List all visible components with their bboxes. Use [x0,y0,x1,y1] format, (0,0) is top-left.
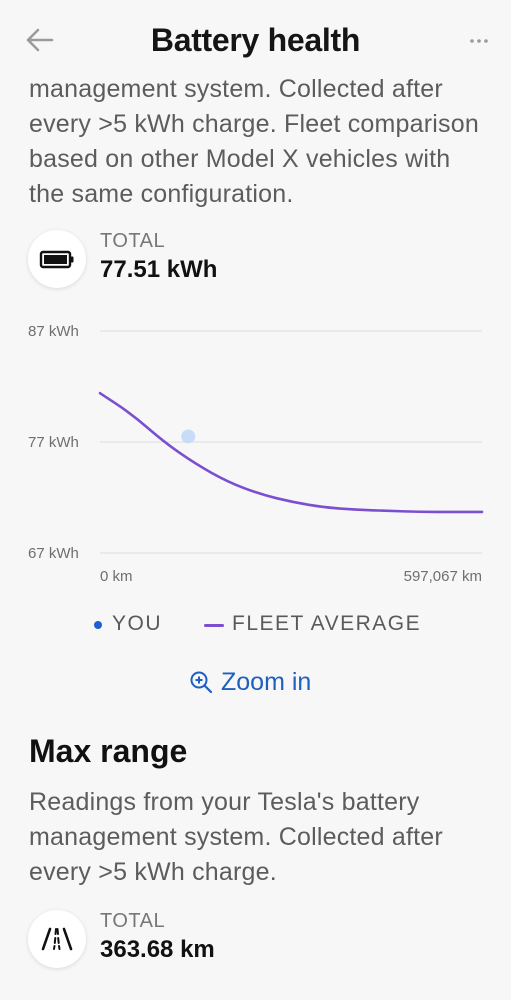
you-data-point [181,429,196,444]
y-tick-label: 77 kWh [28,434,79,451]
battery-chart-svg: 87 kWh 77 kWh 67 kWh 0 km 597,067 km [28,323,484,585]
battery-chart: 87 kWh 77 kWh 67 kWh 0 km 597,067 km [0,310,511,600]
battery-icon-badge [28,230,86,288]
range-total-stat: TOTAL 363.68 km [28,910,488,970]
more-horizontal-icon [470,39,488,43]
page-title: Battery health [150,22,361,58]
fleet-average-line [98,391,484,514]
more-options-button[interactable] [467,28,491,52]
range-total-label: TOTAL [100,910,166,932]
x-tick-label: 597,067 km [404,568,482,585]
road-icon-badge [28,910,86,968]
zoom-in-icon [190,671,213,694]
battery-description: management system. Collected after every… [29,75,479,208]
zoom-in-label: Zoom in [221,667,312,696]
legend-you-marker [94,621,102,629]
range-total-value: 363.68 km [100,936,215,963]
y-tick-label: 67 kWh [28,545,79,562]
y-tick-label: 87 kWh [28,323,79,340]
legend-you-label: YOU [112,612,163,635]
road-icon [41,927,73,951]
app-header: Battery health [0,0,511,78]
max-range-description: Readings from your Tesla's battery manag… [29,788,443,886]
legend-fleet-marker [204,624,224,627]
battery-total-value: 77.51 kWh [100,256,218,283]
max-range-title: Max range [29,733,188,769]
battery-total-stat: TOTAL 77.51 kWh [28,230,488,290]
battery-icon [39,250,74,269]
legend-fleet-label: FLEET AVERAGE [232,612,422,635]
battery-total-label: TOTAL [100,230,166,252]
zoom-in-button[interactable]: Zoom in [189,664,311,700]
x-tick-label: 0 km [100,568,133,585]
